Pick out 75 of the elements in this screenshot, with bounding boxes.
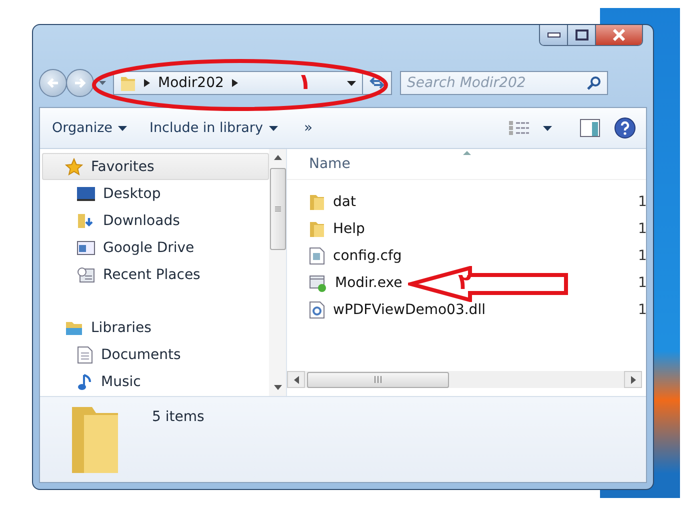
scroll-thumb[interactable] bbox=[270, 168, 286, 250]
maximize-button[interactable] bbox=[568, 25, 596, 45]
horizontal-scrollbar[interactable] bbox=[287, 371, 642, 388]
dropdown-caret-icon[interactable] bbox=[347, 80, 356, 86]
maximize-icon bbox=[574, 29, 588, 41]
view-options-icon[interactable] bbox=[509, 121, 529, 135]
recent-pages-caret-icon[interactable] bbox=[99, 81, 106, 85]
navigation-item[interactable]: Desktop bbox=[42, 180, 269, 207]
scroll-up-icon[interactable] bbox=[274, 155, 282, 160]
refresh-arrows-icon bbox=[369, 76, 385, 90]
monitor-icon bbox=[77, 186, 95, 200]
chevron-icon bbox=[144, 79, 150, 87]
help-icon[interactable] bbox=[614, 117, 636, 139]
music-note-icon bbox=[77, 372, 93, 390]
scroll-right-button[interactable] bbox=[624, 371, 642, 388]
recent-places-icon bbox=[77, 266, 95, 282]
minimize-icon bbox=[546, 32, 560, 38]
grip-icon bbox=[374, 376, 382, 383]
preview-pane-icon[interactable] bbox=[580, 119, 600, 137]
toolbar-menu-button[interactable]: Include in library bbox=[145, 118, 282, 138]
table-cell: 1 bbox=[638, 248, 646, 264]
download-folder-icon bbox=[77, 212, 95, 228]
star-icon bbox=[65, 158, 83, 176]
navigation-group-item[interactable]: Libraries bbox=[42, 314, 269, 341]
chevron-icon bbox=[232, 79, 238, 87]
caret-icon[interactable] bbox=[543, 126, 552, 130]
navigation-item[interactable]: Google Drive bbox=[42, 234, 269, 261]
forward-arrow-icon bbox=[73, 77, 87, 89]
forward-button[interactable] bbox=[66, 69, 94, 97]
scroll-left-button[interactable] bbox=[287, 371, 305, 388]
navigation-item[interactable]: Documents bbox=[42, 341, 269, 368]
folder-icon bbox=[309, 192, 325, 210]
file-item[interactable]: wPDFViewDemo03.dll bbox=[309, 300, 486, 318]
breadcrumb-item[interactable]: Modir202 bbox=[158, 75, 224, 91]
right-triangle-icon bbox=[630, 376, 636, 384]
minimize-button[interactable] bbox=[540, 25, 568, 45]
table-cell: 1 bbox=[638, 274, 646, 290]
column-header[interactable]: Name bbox=[309, 156, 459, 172]
file-icon bbox=[309, 246, 325, 264]
scroll-thumb[interactable] bbox=[307, 372, 449, 388]
file-item[interactable]: dat bbox=[309, 192, 356, 210]
table-cell: 1 bbox=[638, 302, 646, 318]
file-item[interactable]: config.cfg bbox=[309, 246, 402, 264]
table-cell: 1 bbox=[638, 194, 646, 210]
toolbar-menu-button[interactable]: Organize bbox=[48, 118, 132, 138]
search-field[interactable]: Search Modir202 bbox=[400, 71, 608, 95]
folder-icon bbox=[309, 220, 325, 238]
sort-caret-icon bbox=[463, 151, 471, 155]
application-icon bbox=[309, 274, 327, 292]
back-button[interactable] bbox=[39, 69, 67, 97]
vertical-scrollbar[interactable] bbox=[269, 149, 286, 396]
caret-icon bbox=[268, 126, 278, 130]
file-item[interactable]: Modir.exe bbox=[309, 274, 402, 292]
file-item[interactable]: Help bbox=[309, 220, 365, 238]
item-count: 5 items bbox=[152, 409, 204, 425]
document-icon bbox=[77, 346, 93, 364]
left-triangle-icon bbox=[294, 376, 298, 384]
navigation-item[interactable]: Music bbox=[42, 368, 269, 395]
annotation-number: ۱ bbox=[298, 72, 312, 94]
close-icon bbox=[612, 29, 626, 41]
gear-file-icon bbox=[309, 300, 325, 318]
more-commands-button[interactable]: » bbox=[300, 118, 317, 138]
folder-icon bbox=[120, 74, 136, 92]
navigation-item[interactable]: Recent Places bbox=[42, 261, 269, 288]
library-folder-icon bbox=[65, 320, 83, 336]
navigation-item[interactable]: Downloads bbox=[42, 207, 269, 234]
close-button[interactable] bbox=[596, 25, 642, 45]
back-arrow-icon bbox=[46, 77, 60, 89]
navigation-group-item[interactable]: Favorites bbox=[42, 153, 269, 180]
table-cell: 1 bbox=[638, 220, 646, 236]
search-icon bbox=[587, 76, 601, 90]
window-icon bbox=[77, 240, 95, 254]
scroll-down-icon[interactable] bbox=[274, 385, 282, 390]
grip-icon bbox=[274, 206, 280, 212]
caret-icon bbox=[118, 126, 128, 130]
